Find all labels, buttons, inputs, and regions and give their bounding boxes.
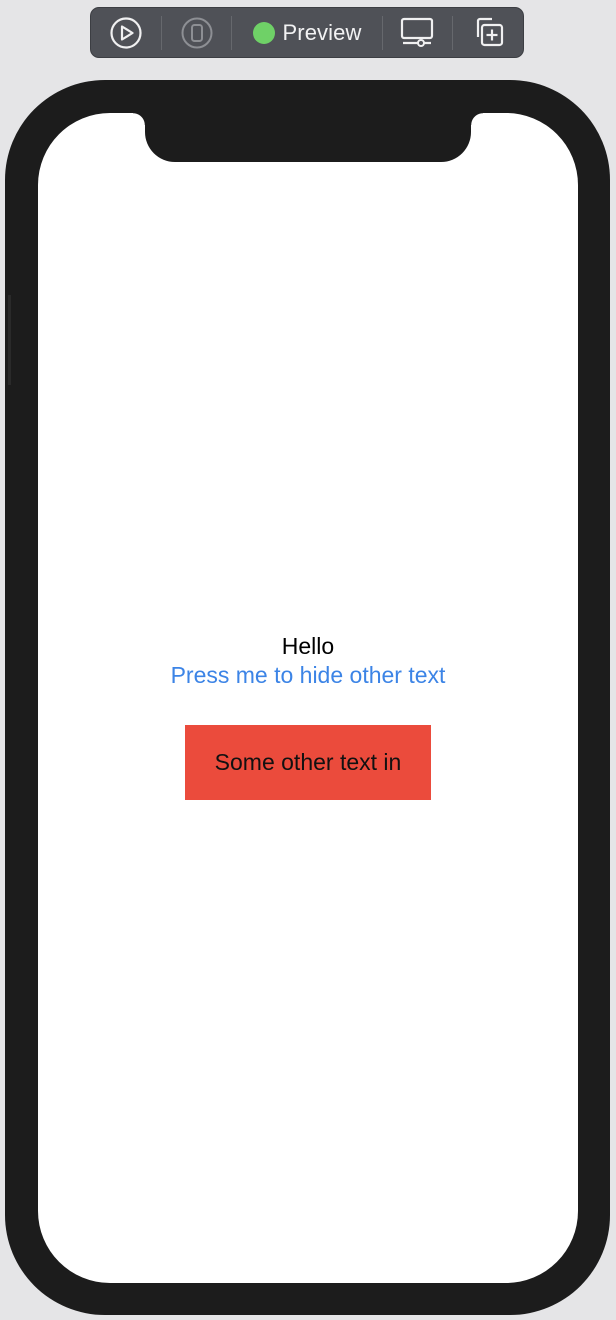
preview-toolbar: Preview bbox=[90, 7, 524, 58]
duplicate-plus-icon bbox=[477, 17, 504, 46]
xcode-preview-canvas: Preview Hello Press me to hide other tex… bbox=[0, 0, 616, 1320]
status-dot bbox=[252, 21, 275, 44]
device-preview-button[interactable] bbox=[162, 7, 232, 58]
inspect-preview-button[interactable] bbox=[383, 7, 453, 58]
device-screen: Hello Press me to hide other text Some o… bbox=[38, 113, 578, 1283]
hello-text: Hello bbox=[281, 633, 335, 659]
other-text-label: Some other text in bbox=[214, 749, 402, 775]
monitor-settings-icon bbox=[401, 17, 434, 47]
phone-outline-icon bbox=[181, 17, 212, 48]
preview-label: Preview bbox=[282, 19, 362, 45]
side-button bbox=[8, 295, 11, 385]
hide-text-button[interactable]: Press me to hide other text bbox=[38, 662, 578, 689]
play-circle-icon bbox=[110, 16, 142, 49]
duplicate-preview-button[interactable] bbox=[453, 7, 523, 58]
live-preview-button[interactable] bbox=[91, 7, 161, 58]
preview-status: Preview bbox=[232, 7, 381, 58]
iphone-frame: Hello Press me to hide other text Some o… bbox=[5, 80, 610, 1315]
other-text-box: Some other text in bbox=[185, 725, 431, 800]
notch bbox=[133, 113, 483, 162]
